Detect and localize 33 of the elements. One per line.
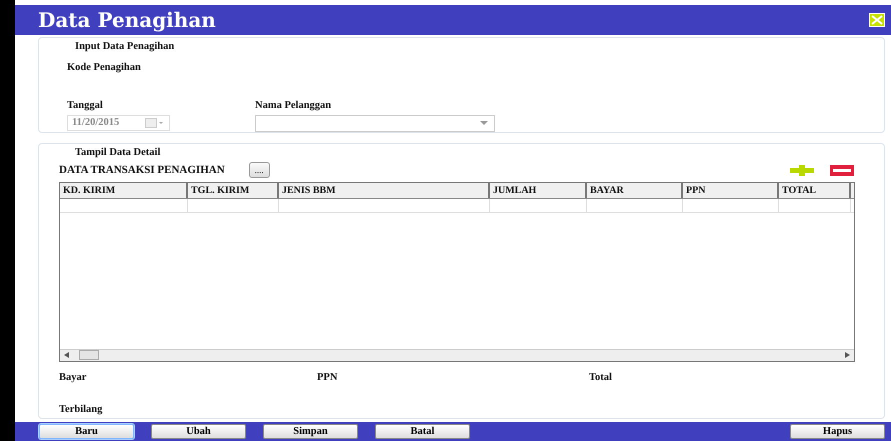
summary-label: PPN [317, 370, 338, 384]
caret-icon [480, 121, 488, 126]
field-label: Nama Pelanggan [255, 98, 332, 112]
action-button[interactable]: Hapus [790, 424, 885, 439]
window-title: Data Penagihan [38, 7, 216, 34]
field-label: Tanggal [67, 98, 104, 112]
column-header[interactable]: JENIS BBM [279, 182, 490, 198]
column-header[interactable]: PPN [683, 182, 779, 198]
field-label: Kode Penagihan [67, 62, 141, 73]
summary-label: Total [589, 370, 613, 384]
action-button[interactable]: Batal [375, 424, 470, 439]
horizontal-scrollbar[interactable] [60, 348, 854, 360]
column-header[interactable]: TGL. KIRIM [188, 182, 279, 198]
scroll-left-icon[interactable] [64, 352, 69, 358]
action-button[interactable]: Simpan [263, 424, 358, 439]
date-field[interactable]: 11/20/2015 [67, 115, 170, 132]
close-icon[interactable] [869, 13, 885, 27]
browse-button[interactable]: .... [248, 162, 270, 178]
remove-icon[interactable] [830, 164, 854, 176]
action-button[interactable]: Ubah [151, 424, 246, 439]
action-button[interactable]: Baru [39, 424, 134, 439]
scroll-right-icon[interactable] [845, 352, 850, 358]
column-header[interactable]: JUMLAH [490, 182, 587, 198]
add-icon[interactable] [790, 164, 814, 176]
scroll-thumb[interactable] [79, 350, 99, 360]
section-heading: DATA TRANSAKSI PENAGIHAN [59, 163, 225, 178]
column-header[interactable]: KD. KIRIM [60, 182, 188, 198]
customer-dropdown[interactable] [255, 115, 495, 132]
field-label: Terbilang [59, 404, 102, 416]
calendar-icon[interactable] [145, 118, 165, 128]
column-header[interactable]: BAYAR [587, 182, 683, 198]
summary-label: Bayar [59, 370, 88, 384]
column-header[interactable]: TOTAL [779, 182, 851, 198]
